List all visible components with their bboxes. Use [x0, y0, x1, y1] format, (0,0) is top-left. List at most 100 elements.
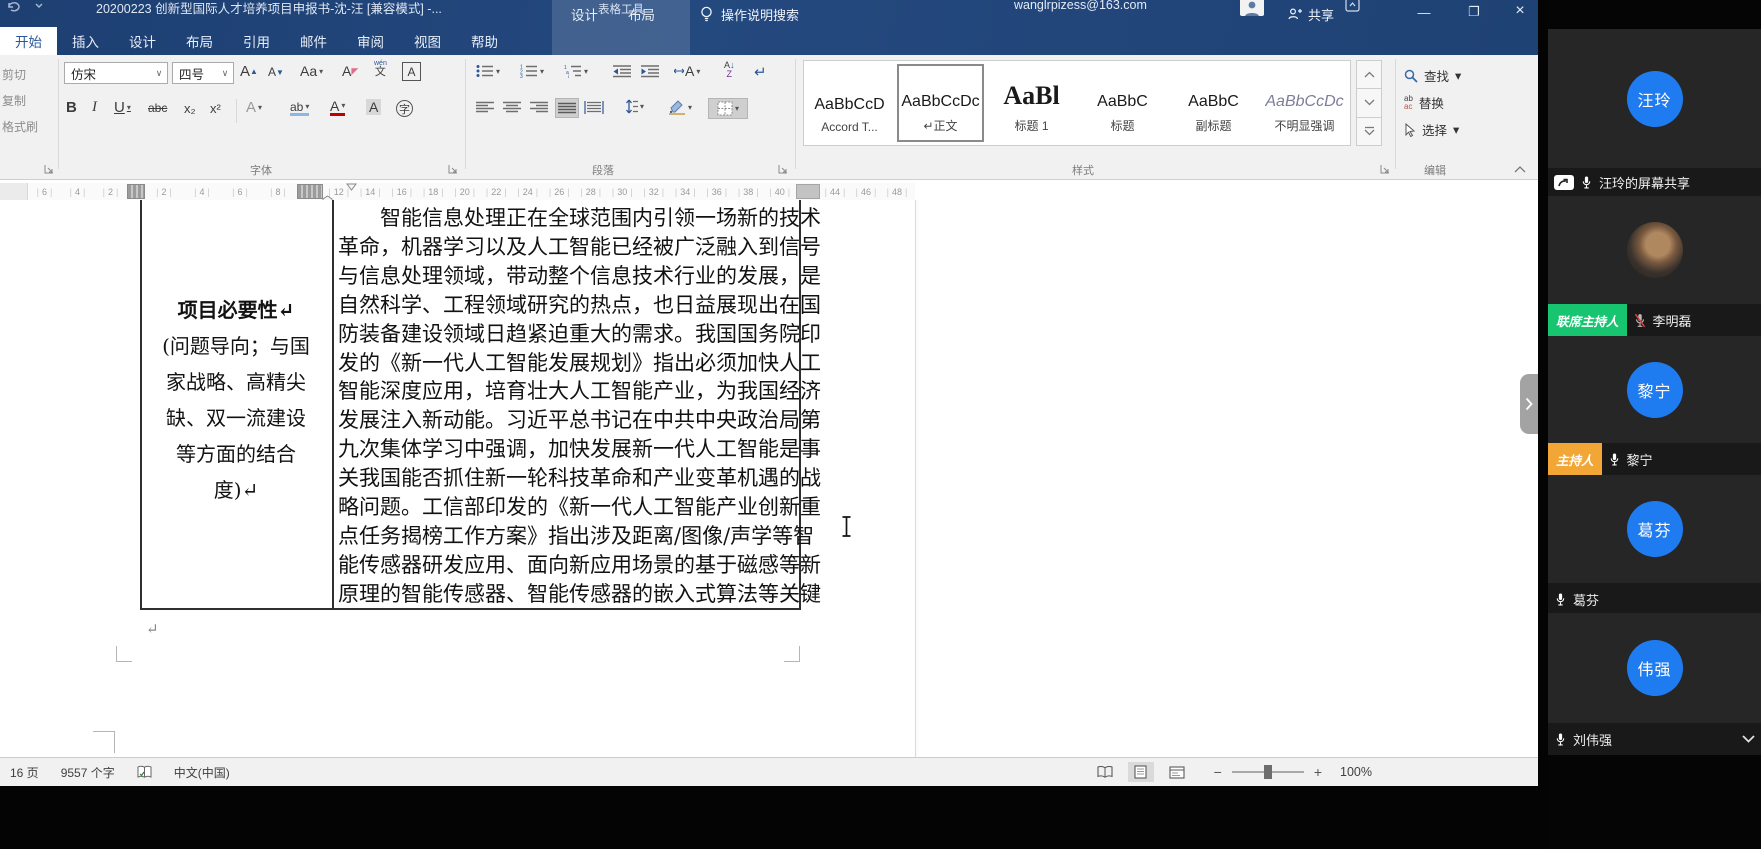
tab-邮件[interactable]: 邮件 [285, 27, 342, 55]
account-avatar[interactable] [1240, 0, 1264, 16]
find-button[interactable]: 查找▾ [1404, 66, 1461, 85]
chevron-down-icon[interactable] [1742, 735, 1755, 743]
style-card-副标题[interactable]: AaBbC副标题 [1170, 64, 1257, 142]
print-layout-icon[interactable] [1128, 762, 1154, 782]
shading-button[interactable]: ▾ [668, 99, 692, 115]
line-spacing-button[interactable]: ▾ [620, 99, 644, 114]
right-margin-handle[interactable] [796, 184, 820, 199]
contextual-tab-布局[interactable]: 布局 [613, 0, 670, 28]
tab-布局[interactable]: 布局 [171, 27, 228, 55]
show-marks-button[interactable]: ↵ [754, 63, 767, 81]
tab-审阅[interactable]: 审阅 [342, 27, 399, 55]
bold-button[interactable]: B [66, 99, 77, 116]
style-card-标题[interactable]: AaBbC标题 [1079, 64, 1166, 142]
style-card-Accord T...[interactable]: AaBbCcDAccord T... [806, 64, 893, 142]
tell-me-search[interactable]: 操作说明搜索 [700, 0, 799, 28]
underline-button[interactable]: U▾ [114, 99, 131, 116]
character-scaling-button[interactable]: A▾ [674, 63, 700, 79]
increase-indent-button[interactable] [640, 64, 660, 78]
tab-插入[interactable]: 插入 [57, 27, 114, 55]
participant-tile-汪玲的屏幕共享[interactable]: 汪玲汪玲的屏幕共享 [1548, 29, 1761, 196]
first-line-indent-marker[interactable] [346, 183, 357, 191]
minimize-button[interactable]: — [1408, 0, 1440, 20]
quick-access-toolbar[interactable] [6, 1, 44, 13]
zoom-slider-thumb[interactable] [1264, 765, 1272, 779]
collapse-ribbon-icon[interactable] [1514, 165, 1526, 173]
panel-expand-handle[interactable] [1520, 374, 1538, 434]
justify-button[interactable] [555, 98, 579, 118]
borders-button[interactable]: ▾ [708, 98, 748, 119]
superscript-button[interactable]: x² [210, 101, 221, 116]
decrease-indent-button[interactable] [612, 64, 632, 78]
table-body-cell[interactable]: 智能信息处理正在全球范围内引领一场新的技术革命，机器学习以及人工智能已经被广泛融… [338, 204, 796, 609]
character-shading-button[interactable]: A [366, 99, 381, 115]
page-count[interactable]: 16 页 [10, 764, 39, 781]
change-case-button[interactable]: Aa▾ [300, 63, 323, 79]
tab-开始[interactable]: 开始 [0, 27, 57, 55]
indent-marker-box[interactable] [297, 184, 323, 199]
grow-font-button[interactable]: A▲ [240, 63, 258, 80]
style-card-不明显强调[interactable]: AaBbCcDc不明显强调 [1261, 64, 1348, 142]
ribbon-display-options-icon[interactable] [1345, 0, 1360, 12]
text-effects-button[interactable]: A▾ [246, 99, 262, 116]
shrink-font-button[interactable]: A▼ [268, 65, 284, 79]
tab-帮助[interactable]: 帮助 [456, 27, 513, 55]
highlight-color-button[interactable]: ab▾ [290, 101, 309, 116]
font-dialog-launcher-icon[interactable] [448, 164, 458, 174]
phonetic-guide-button[interactable]: wén文 [374, 60, 387, 78]
web-layout-icon[interactable] [1164, 762, 1190, 782]
undo-icon[interactable] [6, 1, 20, 13]
character-border-button[interactable]: A [402, 62, 421, 81]
font-color-button[interactable]: A▾ [330, 99, 345, 116]
paragraph-dialog-launcher-icon[interactable] [778, 164, 788, 174]
style-card-标题 1[interactable]: AaBl标题 1 [988, 64, 1075, 142]
clipboard-复制[interactable]: 复制 [2, 92, 26, 109]
strikethrough-button[interactable]: abc [148, 101, 167, 115]
italic-button[interactable]: I [92, 99, 97, 116]
participant-tile-刘伟强[interactable]: 伟强刘伟强 [1548, 613, 1761, 755]
enclose-characters-button[interactable]: 字 [396, 100, 413, 117]
participant-tile-葛芬[interactable]: 葛芬葛芬 [1548, 475, 1761, 615]
align-right-button[interactable] [530, 101, 548, 114]
qat-dropdown-icon[interactable] [34, 1, 44, 13]
proofing-icon[interactable] [137, 765, 152, 779]
select-button[interactable]: 选择▾ [1404, 120, 1459, 139]
participant-tile-李明磊[interactable]: 联席主持人李明磊 [1548, 196, 1761, 336]
clipboard-格式刷[interactable]: 格式刷 [2, 118, 38, 135]
clear-formatting-button[interactable]: A◤ [342, 63, 358, 79]
sort-button[interactable]: A↓ Z [724, 61, 735, 79]
horizontal-ruler[interactable]: 6422468121416182022242628303234363840444… [28, 183, 915, 200]
language-indicator[interactable]: 中文(中国) [174, 764, 230, 781]
replace-button[interactable]: ab ac 替换 [1404, 93, 1444, 112]
subscript-button[interactable]: x₂ [184, 101, 196, 116]
left-margin-handle[interactable] [127, 184, 145, 199]
align-center-button[interactable] [503, 101, 521, 114]
align-left-button[interactable] [476, 101, 494, 114]
contextual-tab-设计[interactable]: 设计 [556, 0, 613, 28]
tab-设计[interactable]: 设计 [114, 27, 171, 55]
word-count[interactable]: 9557 个字 [61, 764, 115, 781]
font-size-combo[interactable]: 四号∨ [172, 62, 234, 84]
table-header-cell[interactable]: 项目必要性↵(问题导向；与国家战略、高精尖缺、双一流建设等方面的结合度)↵ [141, 292, 331, 508]
font-name-combo[interactable]: 仿宋∨ [64, 62, 168, 84]
zoom-slider[interactable] [1232, 771, 1304, 773]
gallery-more-icon[interactable] [1356, 118, 1382, 146]
multilevel-list-button[interactable]: 1ai▾ [564, 64, 588, 78]
share-button[interactable]: 共享 [1288, 0, 1334, 28]
read-mode-icon[interactable] [1092, 762, 1118, 782]
tab-引用[interactable]: 引用 [228, 27, 285, 55]
bullet-list-button[interactable]: ▾ [476, 64, 500, 78]
numbered-list-button[interactable]: 123▾ [520, 64, 544, 78]
zoom-out-button[interactable]: − [1214, 764, 1222, 780]
maximize-button[interactable]: ❐ [1458, 0, 1490, 20]
styles-dialog-launcher-icon[interactable] [1380, 164, 1390, 174]
clipboard-剪切[interactable]: 剪切 [2, 66, 26, 83]
clipboard-dialog-launcher-icon[interactable] [44, 164, 54, 174]
tab-视图[interactable]: 视图 [399, 27, 456, 55]
table-column-divider[interactable] [332, 200, 334, 610]
document-canvas[interactable]: 项目必要性↵(问题导向；与国家战略、高精尖缺、双一流建设等方面的结合度)↵ 智能… [0, 200, 1538, 757]
close-button[interactable]: × [1504, 0, 1536, 20]
distribute-button[interactable] [584, 101, 604, 114]
style-card-↵正文[interactable]: AaBbCcDc↵正文 [897, 64, 984, 142]
zoom-in-button[interactable]: + [1314, 764, 1322, 780]
